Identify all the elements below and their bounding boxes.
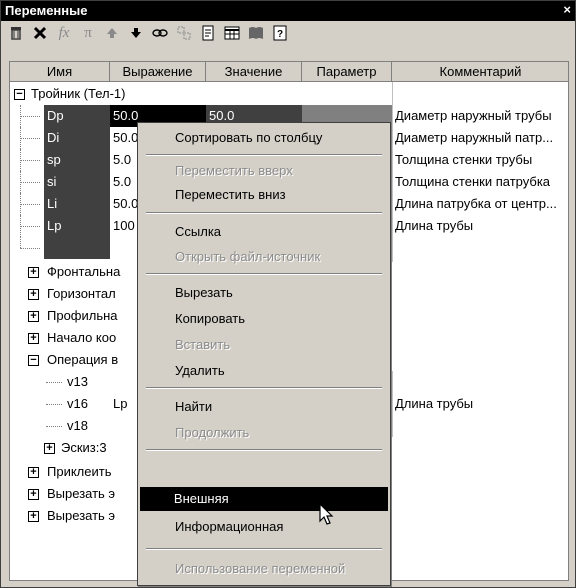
column-header-comment[interactable]: Комментарий (392, 62, 568, 82)
menu-item-link[interactable]: Ссылка (140, 220, 388, 244)
group-label: Горизонтал (47, 286, 116, 301)
menu-item-paste[interactable]: Вставить (140, 333, 388, 357)
tree-root-row[interactable]: − Тройник (Тел-1) (10, 83, 568, 105)
var-comment: Диаметр наружный патр... (395, 130, 554, 145)
var-name: v18 (67, 418, 88, 433)
var-comment: Длина трубы (395, 218, 474, 233)
expand-icon[interactable]: + (28, 467, 39, 478)
menu-separator (146, 548, 382, 550)
var-comment: Длина трубы (395, 396, 474, 411)
expand-icon[interactable]: + (28, 267, 39, 278)
group-label: Операция в (47, 352, 119, 367)
group-label: Фронтальна (47, 264, 121, 279)
var-name: v16 (67, 396, 88, 411)
menu-item-sort[interactable]: Сортировать по столбцу (140, 126, 388, 150)
mouse-cursor-icon (319, 502, 337, 530)
menu-item-external[interactable]: ✓ Внешняя (140, 487, 388, 511)
help-icon[interactable]: ? (269, 23, 291, 43)
book-icon[interactable] (245, 23, 267, 43)
group-label: Начало коо (47, 330, 117, 345)
close-icon[interactable]: × (563, 3, 571, 17)
toolbar: fx π ? (1, 21, 575, 45)
down-arrow-icon[interactable] (125, 23, 147, 43)
group-label: Профильна (47, 308, 118, 323)
column-header-expression[interactable]: Выражение (110, 62, 206, 82)
collapse-icon[interactable]: − (14, 89, 25, 100)
var-comment: Толщина стенки патрубка (395, 174, 551, 189)
cross-icon[interactable] (29, 23, 51, 43)
var-name: sp (44, 149, 110, 171)
menu-item-move-down[interactable]: Переместить вниз (140, 183, 388, 207)
menu-separator (146, 212, 382, 214)
group-label: Эскиз:3 (61, 440, 107, 455)
menu-item-find[interactable]: Найти (140, 395, 388, 419)
expand-icon[interactable]: + (28, 489, 39, 500)
expand-icon[interactable]: + (28, 511, 39, 522)
expand-icon[interactable]: + (44, 443, 55, 454)
title-bar: Переменные × (1, 1, 575, 21)
menu-separator (146, 273, 382, 275)
source-file-icon[interactable] (173, 23, 195, 43)
column-header-parameter[interactable]: Параметр (302, 62, 392, 82)
var-name: Lp (44, 215, 110, 237)
menu-item-copy[interactable]: Копировать (140, 307, 388, 331)
var-name: v13 (67, 374, 88, 389)
collapse-icon[interactable]: − (28, 355, 39, 366)
checkmark-icon: ✓ (151, 491, 162, 506)
group-label: Приклеить (47, 464, 112, 479)
var-name: Di (44, 127, 110, 149)
menu-separator (146, 449, 382, 451)
expand-icon[interactable]: + (28, 333, 39, 344)
svg-text:?: ? (277, 29, 283, 40)
var-name-empty (44, 237, 110, 259)
column-header-value[interactable]: Значение (206, 62, 302, 82)
menu-item-open-source[interactable]: Открыть файл-источник (140, 245, 388, 269)
group-label: Вырезать э (47, 508, 116, 523)
root-label: Тройник (Тел-1) (31, 86, 126, 101)
menu-item-info[interactable]: Информационная (140, 515, 388, 539)
menu-item-continue[interactable]: Продолжить (140, 421, 388, 445)
delete-icon[interactable] (5, 23, 27, 43)
expand-icon[interactable]: + (28, 289, 39, 300)
menu-item-external-label: Внешняя (173, 491, 229, 506)
expand-icon[interactable]: + (28, 311, 39, 322)
variables-window: Переменные × fx π ? Имя Выражение Значен… (0, 0, 576, 588)
var-name: Li (44, 193, 110, 215)
window-title: Переменные (5, 3, 88, 18)
var-name: Dp (44, 105, 110, 127)
menu-item-move-up[interactable]: Переместить вверх (140, 159, 388, 183)
var-name: si (44, 171, 110, 193)
group-label: Вырезать э (47, 486, 116, 501)
var-comment: Толщина стенки трубы (395, 152, 533, 167)
menu-item-usage[interactable]: Использование переменной (140, 557, 388, 581)
table-header: Имя Выражение Значение Параметр Коммента… (10, 62, 568, 82)
menu-item-cut[interactable]: Вырезать (140, 281, 388, 305)
fx-icon[interactable]: fx (53, 23, 75, 43)
menu-item-delete[interactable]: Удалить (140, 359, 388, 383)
menu-separator (146, 387, 382, 389)
context-menu: Сортировать по столбцу Переместить вверх… (137, 122, 391, 586)
var-comment: Длина патрубка от центр... (395, 196, 557, 211)
properties-icon[interactable] (197, 23, 219, 43)
link-icon[interactable] (149, 23, 171, 43)
column-header-name[interactable]: Имя (10, 62, 110, 82)
up-arrow-icon[interactable] (101, 23, 123, 43)
var-comment: Диаметр наружный трубы (395, 108, 552, 123)
menu-separator (146, 154, 382, 156)
table-icon[interactable] (221, 23, 243, 43)
pi-icon[interactable]: π (77, 23, 99, 43)
